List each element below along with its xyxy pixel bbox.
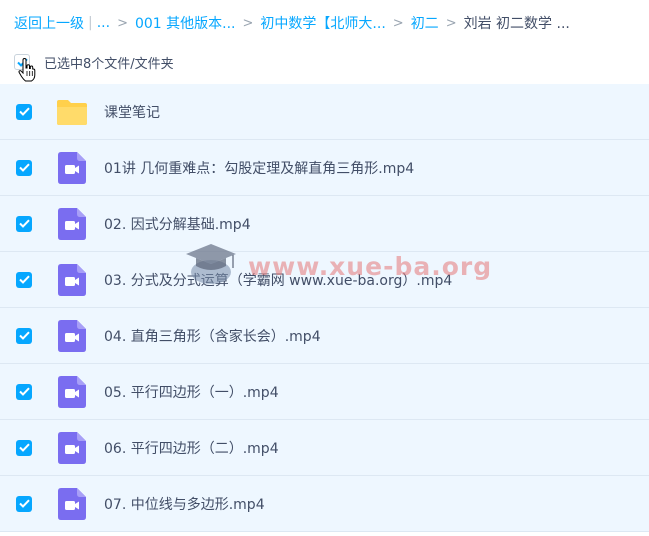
row-checkbox[interactable]: [16, 495, 32, 512]
file-list: 课堂笔记 01讲 几何重难点：勾股定理及解直角三角形.mp4 02. 因式分解基…: [0, 84, 649, 532]
chevron-right-icon: >: [117, 15, 128, 31]
video-file-icon: [56, 431, 88, 464]
list-item[interactable]: 07. 中位线与多边形.mp4: [0, 476, 649, 532]
check-icon: [18, 219, 30, 228]
video-file-icon: [56, 487, 88, 520]
file-name[interactable]: 06. 平行四边形（二）.mp4: [104, 438, 279, 458]
chevron-right-icon: >: [445, 15, 457, 31]
video-file-icon: [56, 151, 88, 184]
list-item[interactable]: 06. 平行四边形（二）.mp4: [0, 420, 649, 476]
hand-cursor-icon: [18, 58, 36, 82]
selection-count-text: 已选中8个文件/文件夹: [44, 56, 174, 72]
check-icon: [18, 107, 30, 116]
file-name[interactable]: 课堂笔记: [104, 102, 160, 122]
list-item[interactable]: 01讲 几何重难点：勾股定理及解直角三角形.mp4: [0, 140, 649, 196]
check-icon: [18, 275, 30, 284]
list-item[interactable]: 课堂笔记: [0, 84, 649, 140]
check-icon: [18, 331, 30, 340]
breadcrumb-divider: |: [88, 15, 93, 31]
chevron-right-icon: >: [242, 15, 254, 31]
row-checkbox[interactable]: [16, 159, 32, 176]
list-item[interactable]: 05. 平行四边形（一）.mp4: [0, 364, 649, 420]
check-icon: [18, 163, 30, 172]
file-browser: 返回上一级 | ... > 001 其他版本... > 初中数学【北师大... …: [0, 0, 649, 536]
row-checkbox[interactable]: [16, 439, 32, 456]
video-file-icon: [56, 375, 88, 408]
chevron-right-icon: >: [392, 15, 404, 31]
row-checkbox[interactable]: [16, 103, 32, 120]
video-file-icon: [56, 263, 88, 296]
video-file-icon: [56, 319, 88, 352]
breadcrumb: 返回上一级 | ... > 001 其他版本... > 初中数学【北师大... …: [14, 12, 570, 34]
file-name[interactable]: 07. 中位线与多边形.mp4: [104, 494, 265, 514]
list-item[interactable]: 04. 直角三角形（含家长会）.mp4: [0, 308, 649, 364]
breadcrumb-item-grade-8[interactable]: 初二: [411, 13, 439, 33]
row-checkbox[interactable]: [16, 383, 32, 400]
breadcrumb-item-other-versions[interactable]: 001 其他版本...: [135, 13, 236, 33]
breadcrumb-ellipsis[interactable]: ...: [97, 15, 110, 31]
file-name[interactable]: 04. 直角三角形（含家长会）.mp4: [104, 326, 321, 346]
selection-header: 已选中8个文件/文件夹: [14, 52, 174, 72]
check-icon: [18, 387, 30, 396]
row-checkbox[interactable]: [16, 271, 32, 288]
breadcrumb-current: 刘岩 初二数学 ...: [463, 16, 570, 32]
check-icon: [18, 443, 30, 452]
list-item[interactable]: 03. 分式及分式运算（学霸网 www.xue-ba.org）.mp4: [0, 252, 649, 308]
breadcrumb-back-link[interactable]: 返回上一级: [14, 13, 84, 33]
file-name[interactable]: 05. 平行四边形（一）.mp4: [104, 382, 279, 402]
row-checkbox[interactable]: [16, 327, 32, 344]
breadcrumb-item-junior-math[interactable]: 初中数学【北师大...: [260, 13, 385, 33]
folder-icon: [56, 96, 88, 128]
list-item[interactable]: 02. 因式分解基础.mp4: [0, 196, 649, 252]
check-icon: [18, 499, 30, 508]
file-name[interactable]: 01讲 几何重难点：勾股定理及解直角三角形.mp4: [104, 158, 414, 178]
file-name[interactable]: 03. 分式及分式运算（学霸网 www.xue-ba.org）.mp4: [104, 270, 452, 290]
row-checkbox[interactable]: [16, 215, 32, 232]
file-name[interactable]: 02. 因式分解基础.mp4: [104, 214, 251, 234]
video-file-icon: [56, 207, 88, 240]
